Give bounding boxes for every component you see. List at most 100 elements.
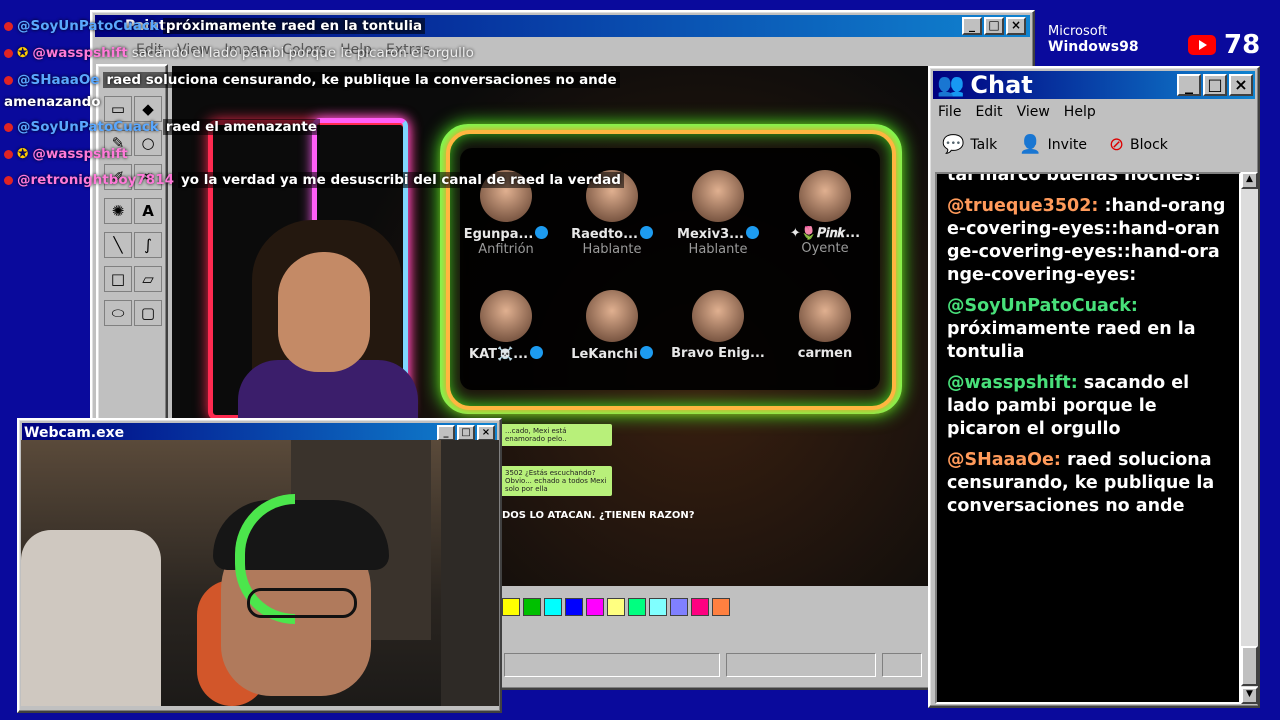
curve-icon[interactable]: ∫ xyxy=(134,232,162,258)
block-button[interactable]: ⊘ Block xyxy=(1109,134,1168,155)
overlay-message: yo la verdad ya me desuscribi del canal … xyxy=(177,172,624,188)
menu-help[interactable]: Help xyxy=(1064,104,1096,120)
maximize-button[interactable]: □ xyxy=(984,17,1004,35)
talk-button[interactable]: 💬 Talk xyxy=(942,134,997,155)
overlay-chat-line: ✪ @wasspshift xyxy=(4,146,128,162)
scroll-thumb[interactable] xyxy=(1241,646,1258,686)
avatar xyxy=(799,290,851,342)
speaker-name: LeKanchi xyxy=(571,347,638,362)
overlay-message: sacando el lado pambi porque le picaron … xyxy=(131,45,474,61)
overlay-chat-line: @retronightboy7814 yo la verdad ya me de… xyxy=(4,172,624,188)
avatar xyxy=(799,170,851,222)
overlay-message: raed soluciona censurando, ke publique l… xyxy=(103,72,620,88)
chat-user: @SHaaaOe: xyxy=(947,450,1061,470)
streamer-face xyxy=(278,252,370,372)
chat-user: @wasspshift: xyxy=(947,373,1078,393)
color-swatch[interactable] xyxy=(649,598,667,616)
speaker-card[interactable]: ✦🌷𝑷𝒊𝒏𝒌... Oyente xyxy=(772,170,878,256)
verified-icon xyxy=(639,226,653,239)
viewer-count: 78 xyxy=(1224,30,1261,60)
scroll-up-icon[interactable]: ▲ xyxy=(1241,172,1258,189)
overlay-user: @wasspshift xyxy=(32,45,128,61)
text-icon[interactable]: A xyxy=(134,198,162,224)
close-button[interactable]: × xyxy=(1229,74,1253,96)
minimize-button[interactable]: _ xyxy=(962,17,982,35)
stream-caption: DOS LO ATACAN. ¿TIENEN RAZON? xyxy=(502,510,695,521)
line-icon[interactable]: ╲ xyxy=(104,232,132,258)
minimize-button[interactable]: _ xyxy=(437,425,455,441)
speaker-name: Bravo Enig... xyxy=(671,346,765,361)
color-swatch[interactable] xyxy=(502,598,520,616)
windows-label: Windows98 xyxy=(1048,39,1139,55)
avatar xyxy=(586,290,638,342)
overlay-chat-line: @SoyUnPatoCuack raed el amenazante xyxy=(4,119,320,135)
color-swatch[interactable] xyxy=(712,598,730,616)
color-swatch[interactable] xyxy=(670,598,688,616)
bookshelf xyxy=(441,440,499,706)
speaker-card[interactable]: Bravo Enig... xyxy=(665,290,771,361)
status-cell xyxy=(504,653,720,677)
speaker-role: Oyente xyxy=(801,241,849,256)
close-button[interactable]: × xyxy=(477,425,495,441)
speaker-card[interactable]: Mexiv3... Hablante xyxy=(665,170,771,257)
windows-logo: Microsoft Windows98 xyxy=(1048,24,1139,55)
overlay-user: @SoyUnPatoCuack xyxy=(17,18,159,34)
rectangle-icon[interactable]: □ xyxy=(104,266,132,292)
ellipse-icon[interactable]: ⬭ xyxy=(104,300,132,326)
overlay-message: raed el amenazante xyxy=(162,119,320,135)
speaker-card[interactable]: LeKanchi xyxy=(559,290,665,362)
speaker-card[interactable]: KAT☠️... xyxy=(453,290,559,362)
chat-message: @SHaaaOe: raed soluciona censurando, ke … xyxy=(937,447,1239,524)
polygon-icon[interactable]: ▱ xyxy=(134,266,162,292)
youtube-dot-icon xyxy=(4,21,13,31)
youtube-dot-icon xyxy=(4,48,13,58)
talk-label: Talk xyxy=(970,136,998,153)
overlay-message: próximamente raed en la tontulia xyxy=(162,18,426,34)
speaker-name: Raedto... xyxy=(571,227,638,242)
verified-icon xyxy=(745,226,759,239)
maximize-button[interactable]: □ xyxy=(1203,74,1227,96)
overlay-message: amenazando xyxy=(4,94,101,110)
speaker-card[interactable]: carmen xyxy=(772,290,878,361)
color-swatch[interactable] xyxy=(565,598,583,616)
overlay-user: @SoyUnPatoCuack xyxy=(17,119,159,135)
minimize-button[interactable]: _ xyxy=(1177,74,1201,96)
rounded-rect-icon[interactable]: ▢ xyxy=(134,300,162,326)
chat-messages[interactable]: tal marco buenas noches! @trueque3502: :… xyxy=(935,172,1241,704)
color-swatch[interactable] xyxy=(691,598,709,616)
color-swatch[interactable] xyxy=(628,598,646,616)
maximize-button[interactable]: □ xyxy=(457,425,475,441)
chat-titlebar[interactable]: 👥 Chat _ □ × xyxy=(933,71,1255,99)
color-swatch[interactable] xyxy=(586,598,604,616)
close-button[interactable]: × xyxy=(1006,17,1026,35)
avatar xyxy=(692,170,744,222)
block-icon: ⊘ xyxy=(1108,134,1125,155)
speaker-name: Egunpa... xyxy=(463,227,534,242)
verified-icon xyxy=(639,346,653,359)
chat-user: @trueque3502: xyxy=(947,196,1099,216)
chat-window: 👥 Chat _ □ × File Edit View Help 💬 Talk 👤… xyxy=(928,66,1260,708)
viewer-counter: 78 xyxy=(1188,30,1260,60)
airbrush-icon[interactable]: ✺ xyxy=(104,198,132,224)
color-swatch[interactable] xyxy=(544,598,562,616)
overlay-chat-line: @SHaaaOe raed soluciona censurando, ke p… xyxy=(4,72,620,88)
webcam-feed xyxy=(21,440,499,706)
chat-message: @trueque3502: :hand-orange-covering-eyes… xyxy=(937,193,1239,293)
youtube-dot-icon xyxy=(4,75,13,85)
chat-scrollbar[interactable]: ▲ ▼ xyxy=(1241,172,1258,704)
chat-text: próximamente raed en la tontulia xyxy=(947,319,1196,362)
menu-view[interactable]: View xyxy=(1017,104,1050,120)
menu-edit[interactable]: Edit xyxy=(975,104,1002,120)
chair xyxy=(21,530,161,706)
chat-message: @SoyUnPatoCuack: próximamente raed en la… xyxy=(937,293,1239,370)
menu-file[interactable]: File xyxy=(938,104,961,120)
color-swatch[interactable] xyxy=(607,598,625,616)
invite-button[interactable]: 👤 Invite xyxy=(1019,134,1087,155)
chat-message: @wasspshift: sacando el lado pambi porqu… xyxy=(937,370,1239,447)
color-swatch[interactable] xyxy=(523,598,541,616)
scroll-down-icon[interactable]: ▼ xyxy=(1241,687,1258,704)
speaker-role: Hablante xyxy=(688,242,748,257)
speaker-name: carmen xyxy=(797,346,853,361)
youtube-dot-icon xyxy=(4,149,13,159)
youtube-dot-icon xyxy=(4,122,13,132)
